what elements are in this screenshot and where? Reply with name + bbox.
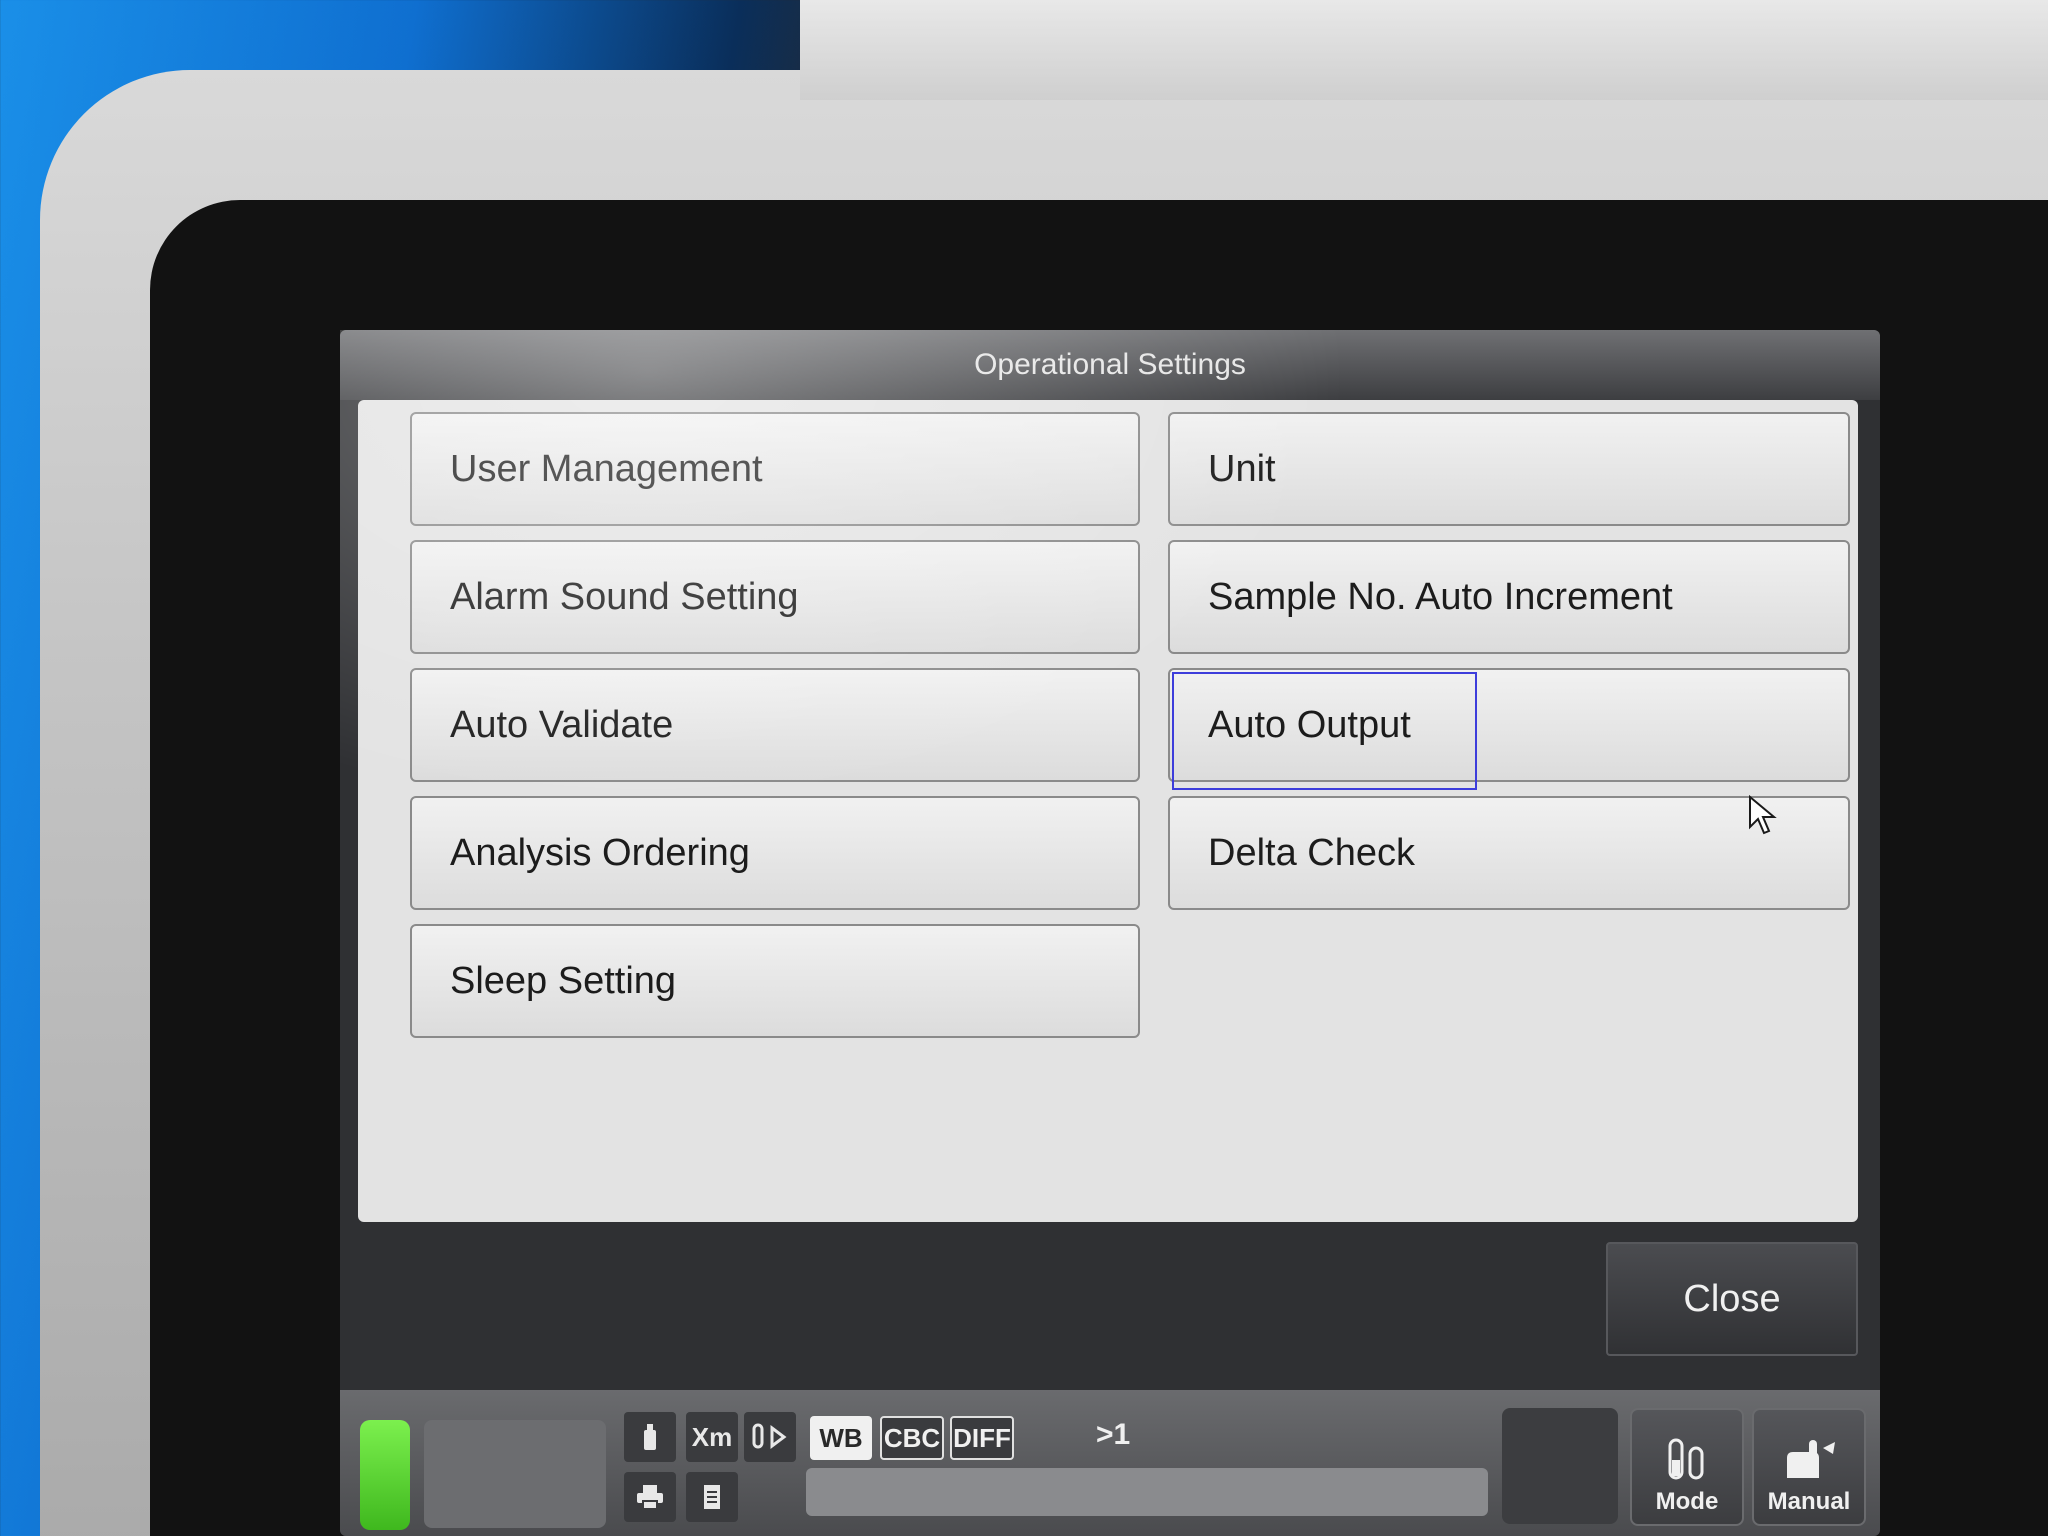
message-field — [806, 1468, 1488, 1516]
tube-play-icon[interactable] — [744, 1412, 796, 1462]
mouse-cursor-icon — [1749, 795, 1777, 835]
settings-panel: User Management Alarm Sound Setting Auto… — [358, 400, 1858, 1222]
cbc-mode-chip: CBC — [880, 1416, 944, 1460]
xm-icon[interactable]: Xm — [686, 1412, 738, 1462]
document-icon[interactable] — [686, 1472, 738, 1522]
analysis-ordering-button[interactable]: Analysis Ordering — [410, 796, 1140, 910]
status-bar: Xm WB CBC DIFF >1 Mode Manual — [340, 1390, 1880, 1536]
mode-label: Mode — [1655, 1488, 1719, 1515]
printer-icon[interactable] — [624, 1472, 676, 1522]
touch-screen: Operational Settings User Management Ala… — [340, 330, 1880, 1536]
device-top-housing — [800, 0, 2048, 100]
wb-mode-chip: WB — [810, 1416, 872, 1460]
user-management-button[interactable]: User Management — [410, 412, 1140, 526]
diff-mode-chip: DIFF — [950, 1416, 1014, 1460]
sample-tubes-icon — [1668, 1438, 1704, 1480]
hand-tube-icon — [1787, 1440, 1835, 1478]
mode-button[interactable]: Mode — [1630, 1408, 1744, 1526]
manual-button[interactable]: Manual — [1752, 1408, 1866, 1526]
close-button[interactable]: Close — [1606, 1242, 1858, 1356]
sample-no-auto-increment-button[interactable]: Sample No. Auto Increment — [1168, 540, 1850, 654]
auto-validate-button[interactable]: Auto Validate — [410, 668, 1140, 782]
title-bar: Operational Settings — [340, 330, 1880, 400]
unit-button[interactable]: Unit — [1168, 412, 1850, 526]
window-title: Operational Settings — [974, 348, 1246, 381]
empty-status-slot — [1502, 1408, 1618, 1524]
status-display — [424, 1420, 606, 1528]
sample-counter: >1 — [1096, 1418, 1131, 1451]
xm-label: Xm — [691, 1421, 733, 1452]
reagent-bottle-icon[interactable] — [624, 1412, 676, 1462]
manual-label: Manual — [1767, 1488, 1851, 1515]
ready-status-lamp — [360, 1420, 410, 1530]
auto-output-button[interactable]: Auto Output — [1168, 668, 1850, 790]
alarm-sound-setting-button[interactable]: Alarm Sound Setting — [410, 540, 1140, 654]
auto-output-label: Auto Output — [1208, 703, 1411, 746]
sleep-setting-button[interactable]: Sleep Setting — [410, 924, 1140, 1038]
